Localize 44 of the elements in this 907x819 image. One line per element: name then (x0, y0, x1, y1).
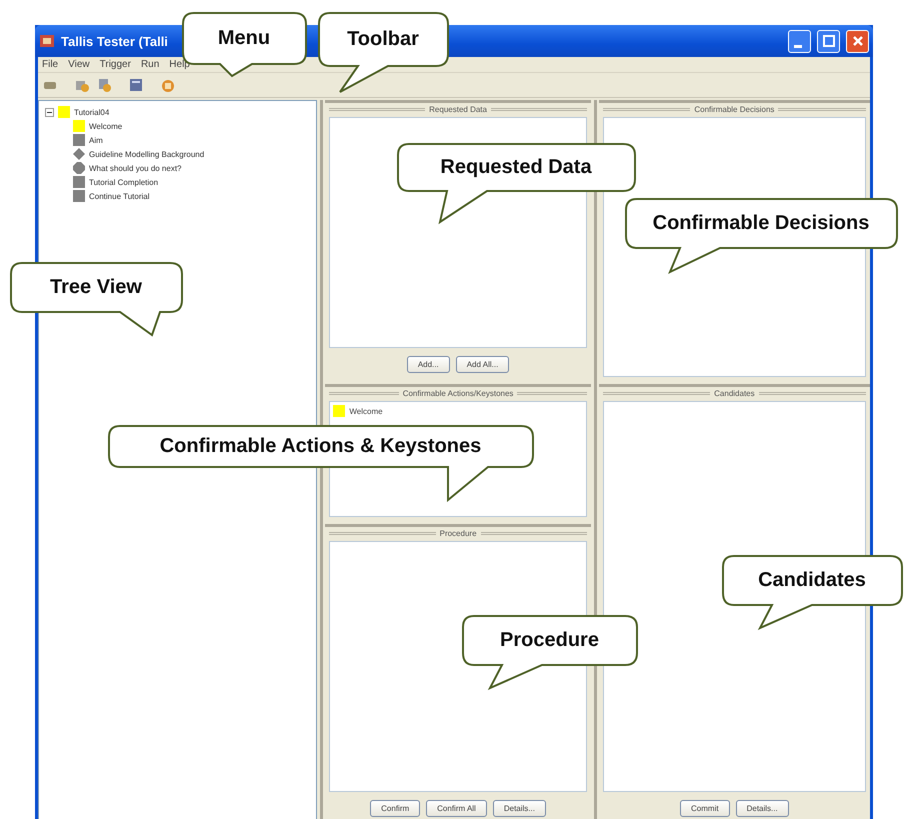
callout-label: Requested Data (440, 156, 592, 178)
dialog-button[interactable]: Details... (492, 800, 546, 817)
tree-item[interactable]: Tutorial Completion (89, 178, 158, 186)
dialog-button[interactable]: Commit (680, 800, 730, 817)
dialog-button[interactable]: Confirm (370, 800, 420, 817)
callout-label: Procedure (500, 628, 599, 652)
panel-title: Requested Data (429, 105, 487, 114)
tree-item[interactable]: Continue Tutorial (89, 192, 150, 200)
callout-label: Candidates (758, 568, 866, 592)
dialog-button[interactable]: Add All... (456, 356, 510, 373)
callout-label: Tree View (50, 276, 142, 298)
minimize-icon (794, 44, 802, 48)
toolbar-icon[interactable] (96, 77, 112, 93)
dialog-button[interactable]: Add... (406, 356, 450, 373)
list-item[interactable]: Welcome (349, 406, 383, 416)
minimize-button[interactable] (788, 30, 811, 52)
toolbar-icon[interactable] (160, 77, 176, 93)
tree-item[interactable]: Welcome (89, 122, 122, 130)
toolbar-icon[interactable] (128, 77, 144, 93)
panel-title: Candidates (714, 389, 755, 398)
tree-item[interactable]: Tutorial04 (74, 108, 110, 116)
tree-item[interactable]: What should you do next? (89, 164, 182, 172)
callout-label: Confirmable Decisions (652, 212, 870, 234)
tree-item[interactable]: Aim (89, 136, 103, 144)
dialog-button[interactable]: Confirm All (426, 800, 487, 817)
menu-item[interactable]: Run (140, 59, 160, 70)
callout-label: Menu (218, 26, 270, 50)
panel-title: Confirmable Actions/Keystones (402, 389, 514, 398)
dialog-button[interactable]: Details... (736, 800, 789, 817)
panel-title: Procedure (440, 529, 477, 538)
maximize-icon (822, 35, 834, 47)
window-title: Tallis Tester (Talli (61, 34, 168, 48)
maximize-button[interactable] (817, 30, 840, 52)
close-button[interactable] (846, 30, 869, 52)
tree-item[interactable]: Guideline Modelling Background (89, 150, 204, 158)
collapse-icon[interactable] (45, 108, 54, 116)
menu-item[interactable]: View (68, 59, 90, 70)
panel-title: Confirmable Decisions (694, 105, 774, 114)
callout-label: Confirmable Actions & Keystones (160, 434, 482, 458)
close-icon (852, 35, 864, 47)
menu-item[interactable]: File (42, 59, 58, 70)
menu-item[interactable]: Trigger (100, 59, 131, 70)
callout-label: Toolbar (347, 28, 419, 50)
app-icon (39, 33, 55, 49)
